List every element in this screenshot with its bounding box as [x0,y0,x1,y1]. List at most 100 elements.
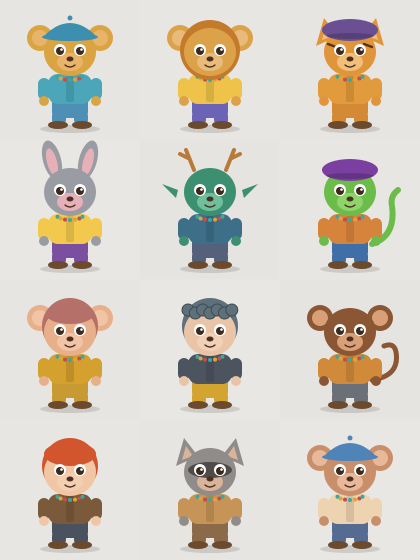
necklace-bead [208,358,212,362]
right-pupil [356,467,364,475]
right-ear [242,184,258,198]
left-eye-glint [340,328,343,331]
necklace-bead [202,497,207,502]
beret-band [326,33,374,39]
right-hand [231,96,241,106]
curly-hair-creature-yellow-pants-icon [178,298,242,413]
necklace-bead [342,77,347,82]
necklace-bead [80,494,85,499]
character-tile[interactable] [140,280,280,420]
necklace-bead [360,74,365,79]
necklace-bead [213,497,218,502]
right-pupil [76,327,84,335]
necklace-bead [80,354,85,359]
necklace-bead [62,77,67,82]
character-tile[interactable] [140,420,280,560]
character-tile[interactable] [0,140,140,280]
necklace-bead [353,497,358,502]
hair-curl [225,303,239,317]
left-eye-glint [200,468,203,471]
left-eye-glint [340,48,343,51]
left-eye-glint [60,468,63,471]
necklace-bead [220,214,225,219]
right-pupil [356,187,364,195]
right-eye-glint [360,468,363,471]
right-eye-glint [80,48,83,51]
right-shoe [352,401,372,409]
right-eye-glint [360,328,363,331]
left-hand [319,96,329,106]
necklace-bead [213,217,218,222]
right-pupil [216,47,224,55]
left-shoe [328,401,348,409]
character-tile[interactable] [140,0,280,140]
necklace-bead [202,217,207,222]
left-eye-glint [60,48,63,51]
right-pupil [216,327,224,335]
left-shoe [328,261,348,269]
left-pupil [196,327,204,335]
necklace-bead [80,74,85,79]
right-eye-glint [220,188,223,191]
necklace-bead [342,357,347,362]
necklace-bead [213,357,218,362]
character-tile[interactable] [0,280,140,420]
right-hand [371,236,381,246]
right-hand [371,516,381,526]
left-pupil [196,187,204,195]
necklace-bead [360,354,365,359]
left-ear-inner [312,310,328,326]
necklace-bead [360,494,365,499]
hair-fringe [46,304,94,324]
green-dragon-antlers-icon [162,148,258,273]
character-tile[interactable] [0,420,140,560]
left-ear [162,184,178,198]
left-shoe [188,541,208,549]
left-eye-glint [340,468,343,471]
green-lizard-purple-hat-icon [318,159,401,273]
cap-brim [322,453,378,461]
necklace-bead [338,76,343,81]
character-tile[interactable] [280,140,420,280]
character-tile[interactable] [140,140,280,280]
left-hand [179,236,189,246]
necklace-bead [198,216,203,221]
necklace-bead [338,496,343,501]
right-shoe [352,121,372,129]
left-hand [319,516,329,526]
character-tile[interactable] [280,280,420,420]
necklace-bead [62,357,67,362]
left-eye-glint [340,188,343,191]
left-shoe [48,121,68,129]
necklace-bead [68,358,72,362]
right-pupil [76,47,84,55]
character-tile[interactable] [280,420,420,560]
lion-cub-purple-vest-icon [167,20,253,133]
character-tile[interactable] [280,0,420,140]
raccoon-tie-vest-icon [176,438,244,553]
right-hand [371,96,381,106]
right-eye-glint [360,48,363,51]
left-shoe [328,541,348,549]
nose [346,336,354,342]
right-pupil [356,327,364,335]
cap-button [67,15,73,21]
left-shoe [188,121,208,129]
character-tile[interactable] [0,0,140,140]
left-hand [39,376,49,386]
necklace-bead [58,76,63,81]
left-pupil [196,47,204,55]
necklace-bead [68,78,72,82]
nose [66,476,74,482]
left-hand [39,236,49,246]
necklace-bead [338,356,343,361]
left-shoe [188,401,208,409]
left-shoe [48,401,68,409]
right-hand [91,516,101,526]
left-hand [319,236,329,246]
right-hand [371,376,381,386]
bunny-yellow-sweater-icon [38,140,102,273]
cap-brim [42,33,98,41]
right-shoe [352,541,372,549]
necklace-bead [58,496,63,501]
